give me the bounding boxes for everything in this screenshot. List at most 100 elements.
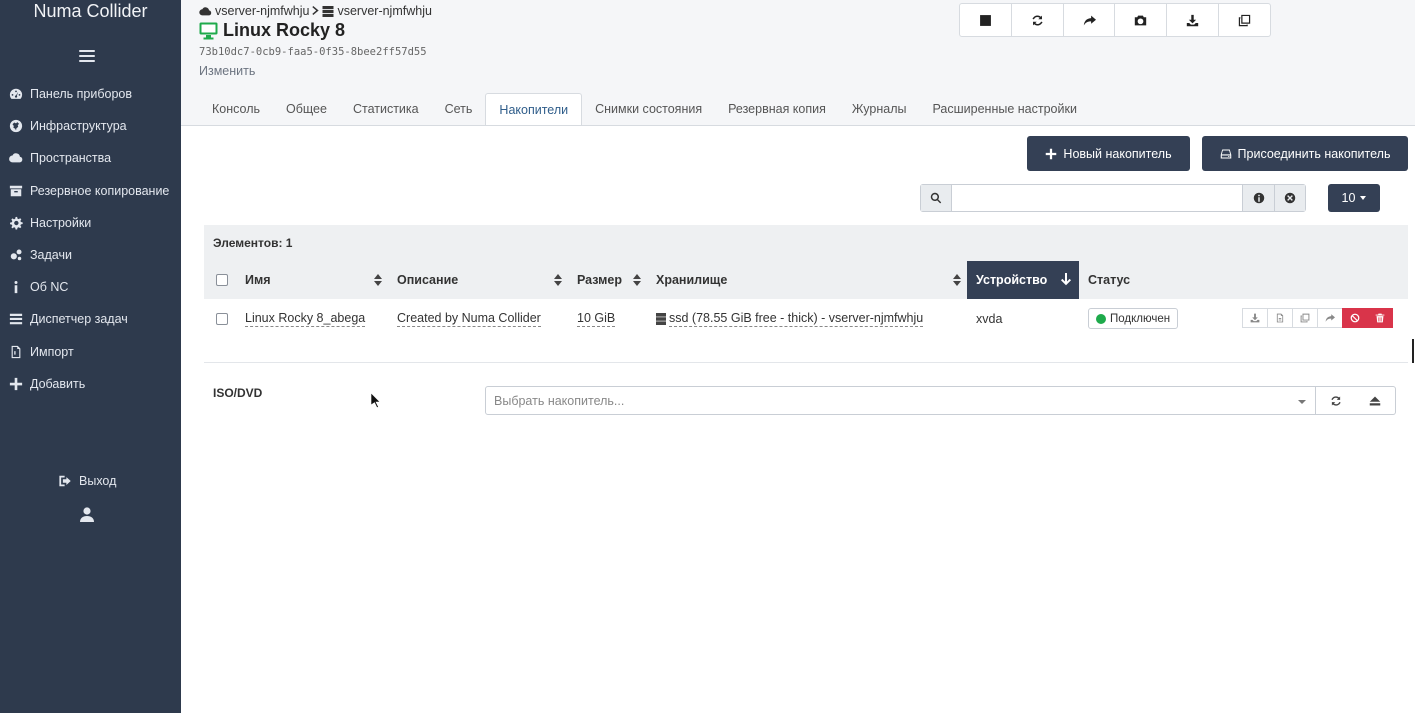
- table-row: Linux Rocky 8_abega Created by Numa Coll…: [204, 299, 1408, 338]
- snapshot-button[interactable]: [1115, 4, 1168, 36]
- search-input[interactable]: [951, 185, 1243, 211]
- sort-icon: [374, 274, 382, 286]
- iso-refresh-button[interactable]: [1315, 386, 1356, 415]
- vm-action-toolbar: [959, 3, 1271, 37]
- export-disk-button[interactable]: [1242, 308, 1268, 328]
- iso-select-placeholder: Выбрать накопитель...: [494, 393, 625, 408]
- column-header-label: Описание: [397, 273, 459, 287]
- storage-link[interactable]: ssd (78.55 GiB free - thick) - vserver-n…: [669, 311, 924, 327]
- disk-description-editable[interactable]: Created by Numa Collider: [397, 311, 541, 327]
- refresh-icon: [1032, 14, 1043, 26]
- column-header-description[interactable]: Описание: [388, 261, 568, 299]
- sidebar-item-about[interactable]: Об NC: [0, 271, 181, 303]
- logout-label: Выход: [79, 474, 117, 488]
- column-header-storage[interactable]: Хранилище: [647, 261, 967, 299]
- import-disk-button[interactable]: [1267, 308, 1293, 328]
- cell-status: Подключен: [1079, 299, 1179, 338]
- copy-icon: [1238, 14, 1251, 26]
- server-icon: [322, 5, 334, 17]
- sidebar-item-import[interactable]: Импорт: [0, 336, 181, 368]
- logout-button[interactable]: Выход: [58, 474, 116, 488]
- copy-disk-button[interactable]: [1292, 308, 1318, 328]
- items-count: Элементов: 1: [213, 236, 293, 250]
- brand-title: Numa Collider: [33, 1, 148, 21]
- status-badge[interactable]: Подключен: [1088, 308, 1179, 329]
- restart-button[interactable]: [1012, 4, 1064, 36]
- select-all-checkbox[interactable]: [216, 274, 228, 286]
- column-header-name[interactable]: Имя: [236, 261, 388, 299]
- migrate-disk-button[interactable]: [1317, 308, 1343, 328]
- status-label: Подключен: [1110, 312, 1171, 325]
- tab-console[interactable]: Консоль: [199, 93, 273, 125]
- sidebar-item-tasks[interactable]: Задачи: [0, 239, 181, 271]
- sort-icon: [554, 274, 562, 286]
- disk-name-editable[interactable]: Linux Rocky 8_abega: [245, 311, 366, 327]
- chevron-right-icon: [312, 4, 320, 18]
- sort-icon: [633, 274, 641, 286]
- column-header-size[interactable]: Размер: [568, 261, 647, 299]
- sidebar-item-backup[interactable]: Резервное копирование: [0, 175, 181, 207]
- attach-disk-label: Присоединить накопитель: [1237, 146, 1391, 161]
- attach-disk-button[interactable]: Присоединить накопитель: [1202, 136, 1408, 171]
- breadcrumb-pool-link[interactable]: vserver-njmfwhju: [215, 4, 309, 18]
- menu-toggle-icon[interactable]: [79, 50, 95, 64]
- tab-disks[interactable]: Накопители: [485, 93, 583, 125]
- iso-eject-button[interactable]: [1355, 386, 1396, 415]
- disk-size-editable[interactable]: 10 GiB: [577, 311, 616, 327]
- sidebar-item-label: Об NC: [30, 280, 69, 295]
- sidebar-item-settings[interactable]: Настройки: [0, 207, 181, 239]
- column-header-device[interactable]: Устройство: [967, 261, 1079, 299]
- eject-icon: [1369, 396, 1381, 405]
- delete-disk-button[interactable]: [1367, 308, 1393, 328]
- cell-size: 10 GiB: [568, 299, 616, 338]
- tab-general[interactable]: Общее: [273, 93, 340, 125]
- tab-network[interactable]: Сеть: [432, 93, 486, 125]
- copy-button[interactable]: [1219, 4, 1270, 36]
- iso-label: ISO/DVD: [213, 386, 263, 400]
- sidebar-item-label: Добавить: [30, 376, 86, 391]
- tab-advanced[interactable]: Расширенные настройки: [920, 93, 1090, 125]
- tab-snapshots[interactable]: Снимки состояния: [582, 93, 715, 125]
- cloud-icon: [199, 6, 212, 15]
- row-checkbox[interactable]: [216, 312, 228, 325]
- edit-link[interactable]: Изменить: [199, 64, 255, 78]
- sidebar-item-infrastructure[interactable]: Инфраструктура: [0, 110, 181, 142]
- sign-out-icon: [59, 475, 71, 487]
- iso-disk-select[interactable]: Выбрать накопитель...: [485, 386, 1316, 415]
- import-icon: [8, 344, 24, 360]
- search-icon: [921, 185, 951, 211]
- export-button[interactable]: [1167, 4, 1220, 36]
- user-icon[interactable]: [80, 507, 94, 522]
- clear-search-button[interactable]: [1274, 185, 1305, 211]
- tab-logs[interactable]: Журналы: [839, 93, 920, 125]
- scroll-indicator: [1412, 339, 1414, 363]
- stop-button[interactable]: [960, 4, 1012, 36]
- table-header: Имя Описание Размер Хранилище Устройство…: [204, 261, 1408, 299]
- sidebar-item-label: Пространства: [30, 151, 112, 166]
- migrate-button[interactable]: [1064, 4, 1116, 36]
- share-icon: [1325, 314, 1335, 322]
- status-dot-icon: [1096, 313, 1106, 324]
- disconnect-disk-button[interactable]: [1342, 308, 1368, 328]
- tab-backup[interactable]: Резервная копия: [715, 93, 839, 125]
- desktop-icon: [199, 22, 218, 39]
- cell-description: Created by Numa Collider: [388, 299, 541, 338]
- arrow-down-icon: [1061, 273, 1071, 286]
- sidebar-item-spaces[interactable]: Пространства: [0, 142, 181, 174]
- vm-name: Linux Rocky 8: [223, 20, 346, 40]
- breadcrumb-host-link[interactable]: vserver-njmfwhju: [337, 4, 431, 18]
- new-disk-button[interactable]: Новый накопитель: [1027, 136, 1190, 171]
- sidebar-item-label: Задачи: [30, 248, 72, 263]
- column-header-label: Статус: [1088, 273, 1131, 287]
- sidebar-item-add[interactable]: Добавить: [0, 368, 181, 400]
- tab-stats[interactable]: Статистика: [340, 93, 432, 125]
- filter-info-button[interactable]: [1243, 185, 1274, 211]
- sidebar-item-task-manager[interactable]: Диспетчер задач: [0, 303, 181, 335]
- camera-icon: [1135, 15, 1147, 25]
- sidebar-item-label: Инфраструктура: [30, 119, 127, 134]
- column-header-label: Хранилище: [656, 273, 728, 287]
- info-circle-icon: [1253, 192, 1264, 204]
- globe-icon: [8, 118, 24, 134]
- sidebar-item-dashboard[interactable]: Панель приборов: [0, 78, 181, 110]
- items-per-page-dropdown[interactable]: 10: [1328, 184, 1380, 212]
